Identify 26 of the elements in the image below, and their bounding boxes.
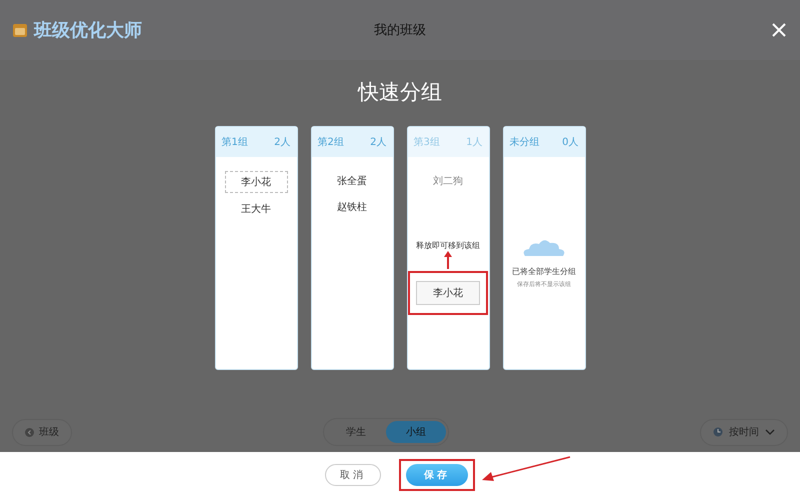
- group-name: 未分组: [510, 136, 540, 149]
- clock-icon: [713, 427, 723, 437]
- student-name[interactable]: 王大牛: [224, 199, 288, 219]
- student-name[interactable]: 张全蛋: [320, 171, 384, 191]
- close-button[interactable]: [770, 21, 788, 39]
- cancel-button[interactable]: 取消: [325, 464, 381, 486]
- empty-title: 已将全部学生分组: [512, 266, 576, 277]
- window-title: 我的班级: [374, 23, 426, 38]
- app-name: 班级优化大师: [34, 19, 142, 42]
- dialog-title: 快速分组: [358, 79, 442, 106]
- dragged-student[interactable]: 李小花: [416, 281, 480, 305]
- logo-icon: [12, 22, 28, 38]
- caret-icon: [765, 429, 775, 435]
- member-count: 0人: [562, 136, 578, 149]
- group-name: 第2组: [318, 136, 344, 149]
- student-name[interactable]: 赵铁柱: [320, 197, 384, 217]
- student-name[interactable]: 李小花: [224, 171, 288, 193]
- group-name: 第3组: [414, 136, 440, 149]
- member-count: 2人: [370, 136, 386, 149]
- arrow-annotation: [444, 251, 452, 269]
- back-arrow-icon: [25, 428, 34, 436]
- group-name: 第1组: [222, 136, 248, 149]
- drop-hint: 释放即可移到该组: [416, 240, 480, 251]
- student-name[interactable]: 刘二狗: [416, 171, 480, 191]
- member-count: 2人: [274, 136, 290, 149]
- member-count: 1人: [466, 136, 482, 149]
